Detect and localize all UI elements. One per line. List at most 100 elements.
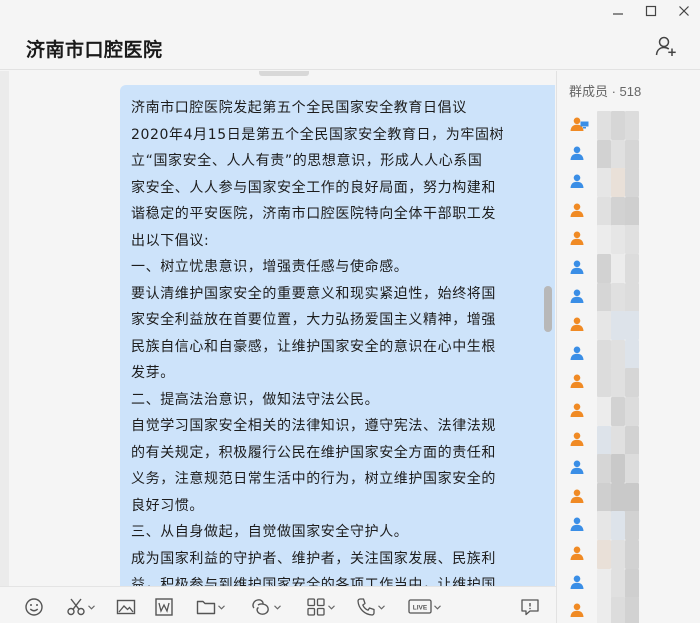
close-icon (678, 6, 689, 16)
blurred-name-block (625, 225, 639, 255)
message-line: 成为国家利益的守护者、维护者，关注国家发展、民族利 (131, 550, 496, 567)
word-doc-icon (155, 598, 173, 616)
blurred-name-block (611, 225, 625, 255)
member-item[interactable] (569, 515, 591, 533)
blurred-name-block (597, 168, 611, 198)
scissors-icon (67, 598, 85, 616)
message-line: 良好习惯。 (131, 497, 204, 514)
file-button[interactable] (196, 597, 225, 617)
apps-icon (307, 598, 325, 616)
member-item[interactable] (569, 372, 591, 390)
member-item[interactable] (569, 601, 591, 619)
blurred-name-block (597, 111, 611, 140)
blurred-name-block (625, 568, 639, 598)
blurred-name-block (611, 482, 625, 512)
apps-button[interactable] (306, 597, 335, 617)
message-line: 家安全利益放在首要位置，大力弘扬爱国主义精神，增强 (131, 312, 496, 328)
document-button[interactable] (154, 597, 174, 617)
call-button[interactable] (356, 597, 385, 617)
maximize-icon (645, 5, 656, 17)
member-item[interactable] (569, 544, 591, 562)
member-item[interactable] (569, 287, 591, 305)
person-icon (570, 546, 584, 560)
left-edge (0, 71, 9, 586)
image-button[interactable] (116, 597, 136, 617)
blurred-name-block (597, 225, 611, 255)
member-item[interactable] (569, 401, 591, 419)
blurred-name-block (625, 196, 639, 226)
blurred-name-block (625, 368, 639, 398)
blurred-name-block (597, 282, 611, 312)
message-line: 济南市口腔医院发起第五个全民国家安全教育日倡议 (131, 100, 467, 116)
person-icon (570, 231, 584, 246)
message-line: 的有关规定，积极履行公民在维护国家安全方面的责任和 (131, 444, 496, 461)
member-count: 群成员 · 518 (569, 84, 642, 99)
phone-icon (357, 598, 375, 616)
blurred-name-block (597, 511, 611, 541)
chat-window: 济南市口腔医院 济南市口腔医院发起第五个全民国家安全教育日倡议 2020年4月15… (0, 0, 700, 623)
member-item[interactable] (569, 144, 591, 162)
member-item[interactable] (569, 458, 591, 476)
feedback-button[interactable] (520, 597, 540, 617)
message-bubble[interactable]: 济南市口腔医院发起第五个全民国家安全教育日倡议 2020年4月15日是第五个全民国… (120, 85, 555, 586)
blurred-name-block (611, 254, 625, 283)
blurred-name-block (625, 482, 639, 512)
member-item[interactable] (569, 201, 591, 219)
message-line: 二、提高法治意识，做知法守法公民。 (131, 391, 380, 408)
person-icon (570, 517, 584, 532)
minimize-icon (612, 13, 623, 15)
member-item[interactable] (569, 115, 591, 133)
blurred-name-block (597, 482, 611, 512)
person-icon (570, 489, 584, 503)
message-area[interactable]: 济南市口腔医院发起第五个全民国家安全教育日倡议 2020年4月15日是第五个全民国… (9, 71, 555, 586)
blurred-name-block (611, 540, 625, 569)
blurred-name-block (625, 282, 639, 312)
blurred-name-block (625, 397, 639, 426)
maximize-button[interactable] (634, 0, 667, 22)
member-item[interactable] (569, 315, 591, 333)
blurred-name-block (625, 111, 639, 140)
person-icon (570, 203, 584, 217)
sticker-button[interactable] (250, 597, 281, 617)
emoji-button[interactable] (24, 597, 44, 617)
member-item[interactable] (569, 229, 591, 247)
screenshot-button[interactable] (66, 597, 95, 617)
minimize-button[interactable] (601, 0, 634, 22)
blurred-name-block (611, 425, 625, 455)
add-member-button[interactable] (654, 34, 678, 58)
person-icon (570, 174, 584, 189)
member-item[interactable] (569, 573, 591, 591)
blurred-name-block (597, 397, 611, 426)
blurred-name-block (625, 597, 639, 623)
close-button[interactable] (667, 0, 700, 22)
blurred-name-block (611, 139, 625, 169)
blurred-name-block (625, 511, 639, 541)
blurred-name-block (611, 397, 625, 426)
member-item[interactable] (569, 430, 591, 448)
person-icon (570, 432, 584, 446)
scrollbar-thumb[interactable] (544, 286, 552, 332)
message-line: 一、树立忧患意识，增强责任感与使命感。 (131, 259, 409, 275)
blurred-name-block (625, 425, 639, 455)
live-button[interactable]: LIVE (408, 597, 441, 617)
member-item[interactable] (569, 172, 591, 190)
blurred-name-block (611, 511, 625, 541)
person-icon (570, 603, 584, 618)
chevron-down-icon (328, 604, 335, 610)
message-line: 自觉学习国家安全相关的法律知识，遵守宪法、法律法规 (131, 418, 496, 434)
member-item[interactable] (569, 344, 591, 362)
blurred-name-block (597, 139, 611, 169)
blurred-name-block (597, 196, 611, 226)
folder-icon (196, 600, 216, 615)
blurred-name-block (597, 368, 611, 398)
blurred-name-block (611, 368, 625, 398)
blurred-name-block (611, 311, 625, 341)
blurred-name-block (625, 454, 639, 484)
member-item[interactable] (569, 487, 591, 505)
blurred-name-block (625, 139, 639, 169)
member-item[interactable] (569, 258, 591, 276)
person-icon (570, 460, 584, 475)
message-line: 立“国家安全、人人有责”的思想意识，形成人人心系国 (131, 153, 483, 169)
chevron-down-icon (218, 604, 225, 610)
blurred-name-block (611, 168, 625, 198)
